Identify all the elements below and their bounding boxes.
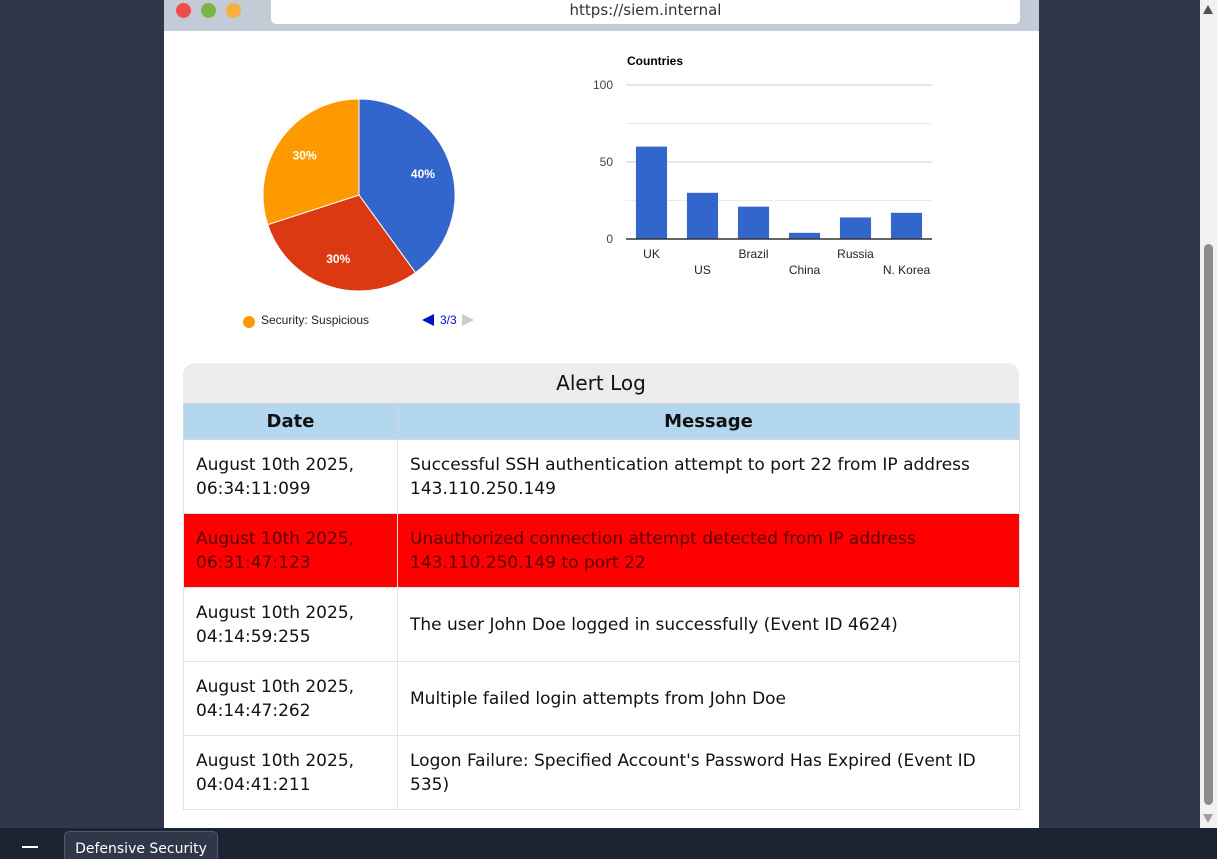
alert-message: Multiple failed login attempts from John… [397, 661, 1020, 736]
pie-slice-label-0: 40% [411, 167, 435, 181]
minimize-window-button[interactable] [226, 3, 241, 18]
bar-us[interactable] [686, 192, 719, 239]
bar-chart-title: Countries [627, 54, 683, 68]
bar-chart-svg: Countries 0 50 100 UK US Brazil China Russia N. K… [593, 54, 932, 277]
y-tick-label-1: 50 [600, 155, 614, 169]
minimize-icon[interactable] [22, 846, 38, 848]
maximize-window-button[interactable] [201, 3, 216, 18]
bar-china[interactable] [788, 232, 821, 239]
table-row[interactable]: August 10th 2025, 04:14:47:262 Multiple … [183, 661, 1020, 736]
scroll-up-icon[interactable] [1203, 5, 1213, 14]
alert-log-title: Alert Log [183, 363, 1019, 403]
close-window-button[interactable] [176, 3, 191, 18]
pie-slice-label-1: 30% [326, 252, 350, 266]
alert-log: Alert Log Date Message August 10th 2025,… [183, 363, 1020, 810]
alert-date: August 10th 2025, 06:34:11:099 [183, 439, 398, 514]
scroll-down-icon[interactable] [1203, 814, 1213, 823]
y-tick-label-0: 0 [606, 232, 613, 246]
x-tick-label-4: Russia [837, 247, 874, 261]
browser-window: https://siem.internal 40% 30% 30% Security… [164, 0, 1039, 828]
table-row[interactable]: August 10th 2025, 06:34:11:099 Successfu… [183, 439, 1020, 514]
x-tick-label-5: N. Korea [883, 263, 931, 277]
x-tick-label-2: Brazil [738, 247, 768, 261]
alert-message: The user John Doe logged in successfully… [397, 587, 1020, 662]
alert-table: Date Message August 10th 2025, 06:34:11:… [183, 403, 1020, 810]
pager-text: 3/3 [440, 313, 457, 327]
pager-previous-icon[interactable] [422, 312, 434, 328]
x-tick-label-3: China [789, 263, 821, 277]
scrollbar-thumb[interactable] [1204, 244, 1213, 805]
bar-brazil[interactable] [737, 206, 770, 239]
pie-slice-label-2: 30% [293, 149, 317, 163]
page-scrollbar[interactable] [1200, 0, 1217, 828]
pie-chart: 40% 30% 30% [261, 97, 457, 293]
legend-label: Security: Suspicious [261, 313, 370, 327]
bar-chart: Countries 0 50 100 UK US Brazil China Russia N. K… [579, 48, 959, 288]
table-row[interactable]: August 10th 2025, 04:14:59:255 The user … [183, 587, 1020, 662]
column-header-message[interactable]: Message [397, 403, 1020, 440]
alert-message: Unauthorized connection attempt detected… [397, 513, 1020, 588]
x-tick-label-1: US [694, 263, 711, 277]
bar-n-korea[interactable] [890, 212, 923, 239]
y-tick-label-2: 100 [593, 78, 613, 92]
column-header-date[interactable]: Date [183, 403, 398, 440]
taskbar: Defensive Security [0, 828, 1217, 859]
pie-legend: Security: Suspicious 3/3 [243, 312, 483, 332]
alert-message: Logon Failure: Specified Account's Passw… [397, 735, 1020, 810]
taskbar-tab[interactable]: Defensive Security [64, 831, 218, 859]
bar-uk[interactable] [635, 146, 668, 239]
x-tick-label-0: UK [643, 247, 660, 261]
alert-date: August 10th 2025, 06:31:47:123 [183, 513, 398, 588]
browser-chrome: https://siem.internal [164, 0, 1039, 31]
alert-date: August 10th 2025, 04:04:41:211 [183, 735, 398, 810]
bar-russia[interactable] [839, 217, 872, 239]
alert-date: August 10th 2025, 04:14:47:262 [183, 661, 398, 736]
alert-message: Successful SSH authentication attempt to… [397, 439, 1020, 514]
legend-swatch [243, 316, 255, 328]
address-bar[interactable]: https://siem.internal [271, 0, 1020, 24]
table-row[interactable]: August 10th 2025, 04:04:41:211 Logon Fai… [183, 735, 1020, 810]
pager-next-icon[interactable] [462, 312, 474, 328]
table-row-highlighted[interactable]: August 10th 2025, 06:31:47:123 Unauthori… [183, 513, 1020, 588]
alert-date: August 10th 2025, 04:14:59:255 [183, 587, 398, 662]
alert-table-header: Date Message [183, 403, 1020, 440]
pie-chart-svg: 40% 30% 30% [262, 98, 456, 292]
